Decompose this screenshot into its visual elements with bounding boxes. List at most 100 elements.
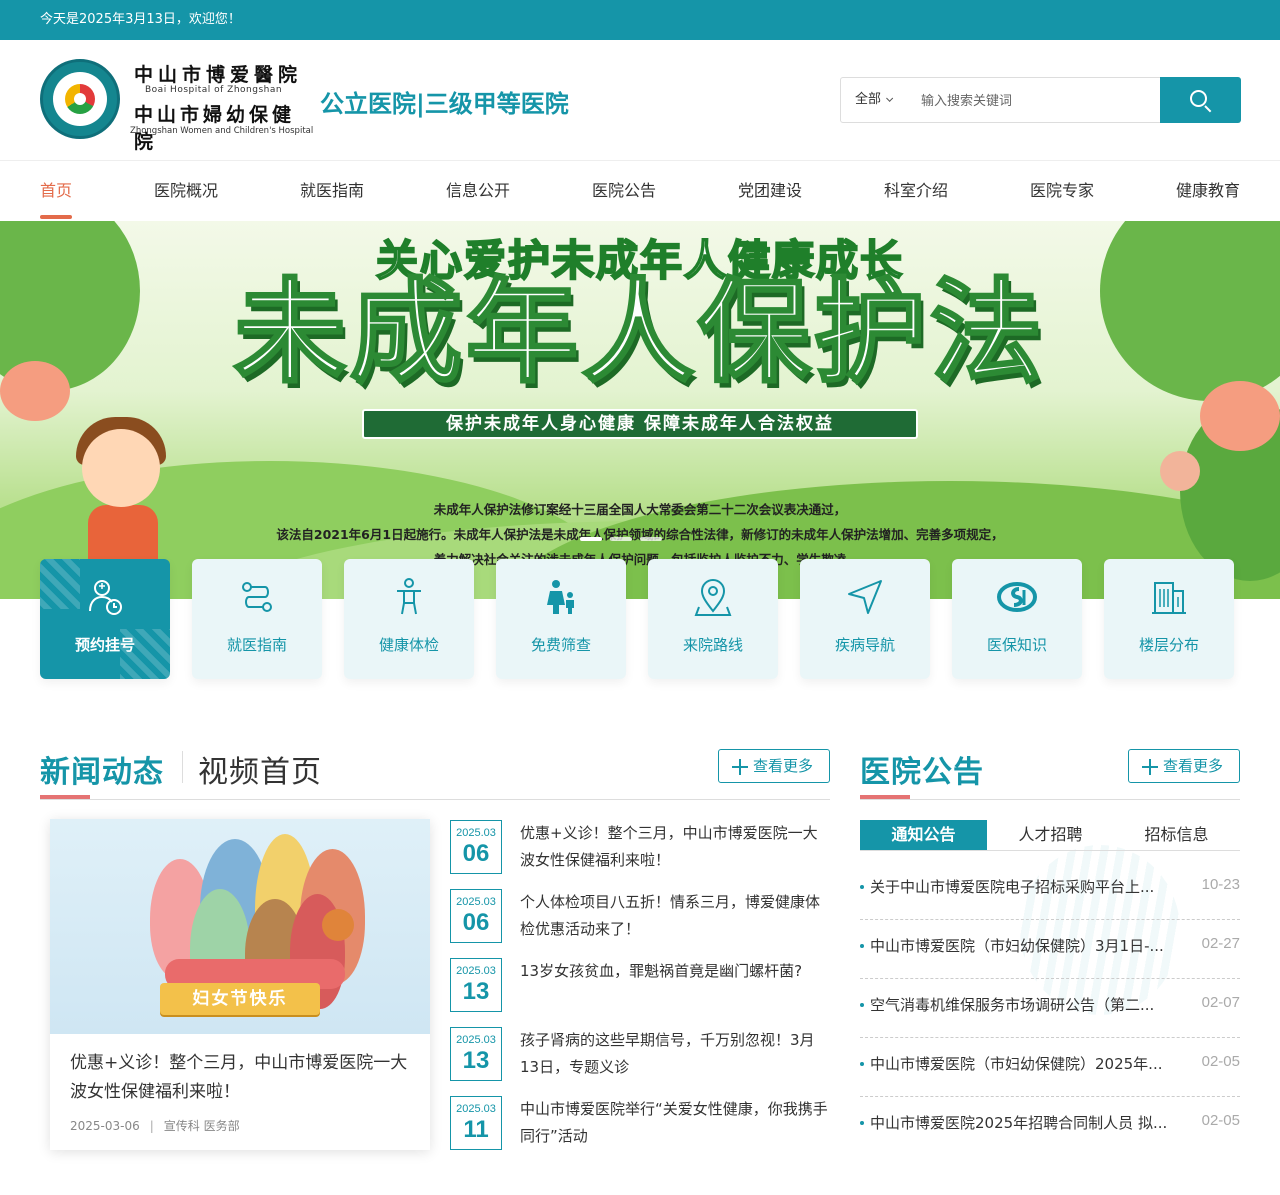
logo-name-en-1: Boai Hospital of Zhongshan (145, 85, 283, 95)
hero-banner[interactable]: 关心爱护未成年人健康成长 未成年人保护法 保护未成年人身心健康 保障未成年人合法… (0, 221, 1280, 599)
quick-link-label: 医保知识 (986, 636, 1047, 654)
bullet-icon (860, 1062, 864, 1066)
news-list-item[interactable]: 2025.03 13 13岁女孩贫血，罪魁祸首竟是幽门螺杆菌? (450, 958, 830, 1012)
news-more-button[interactable]: 查看更多 (718, 749, 830, 783)
news-title[interactable]: 个人体检项目八五折！情系三月，博爱健康体检优惠活动来了！ (520, 889, 830, 943)
notice-date: 10-23 (1201, 876, 1240, 893)
search-scope-select[interactable]: 全部 (855, 78, 894, 122)
family-icon (547, 580, 574, 614)
tab-news[interactable]: 新闻动态 (40, 747, 164, 791)
quick-link-label: 就医指南 (226, 636, 287, 654)
search-box: 全部 (840, 77, 1241, 123)
quick-link-label: 来院路线 (682, 636, 743, 654)
person-icon (397, 578, 421, 615)
search-input[interactable] (921, 86, 1151, 114)
nav-item-health-education[interactable]: 健康教育 (1176, 161, 1240, 221)
notice-title[interactable]: 空气消毒机维保服务市场调研公告（第二... (870, 994, 1182, 1015)
divider (860, 799, 1240, 800)
banner-flower (1200, 381, 1280, 451)
notice-list-item[interactable]: 中山市博爱医院（市妇幼保健院）2025年... 02-05 (860, 1038, 1240, 1097)
quick-link-label: 免费筛查 (530, 636, 591, 654)
notice-date: 02-05 (1201, 1112, 1240, 1129)
nav-item-departments[interactable]: 科室介绍 (884, 161, 948, 221)
divider (860, 850, 1240, 851)
news-date-badge: 2025.03 13 (450, 1027, 502, 1081)
quick-link-route[interactable]: 来院路线 (648, 559, 778, 679)
news-date-badge: 2025.03 06 (450, 889, 502, 943)
title-underline (860, 795, 910, 799)
notice-list-item[interactable]: 中山市博爱医院2025年招聘合同制人员 拟... 02-05 (860, 1097, 1240, 1156)
nav-item-overview[interactable]: 医院概况 (154, 161, 218, 221)
tab-recruitment[interactable]: 人才招聘 (987, 820, 1114, 850)
notice-more-button[interactable]: 查看更多 (1128, 749, 1240, 783)
top-welcome-bar: 今天是2025年3月13日，欢迎您！ (0, 0, 1280, 40)
route-icon (242, 582, 272, 612)
notice-title[interactable]: 关于中山市博爱医院电子招标采购平台上... (870, 876, 1182, 897)
news-list-item[interactable]: 2025.03 06 优惠+义诊！整个三月，中山市博爱医院一大波女性保健福利来啦… (450, 820, 830, 874)
quick-link-floor-map[interactable]: 楼层分布 (1104, 559, 1234, 679)
notice-date: 02-07 (1201, 994, 1240, 1011)
quick-link-label: 楼层分布 (1138, 636, 1199, 654)
bullet-icon (860, 944, 864, 948)
more-label: 查看更多 (1163, 757, 1224, 775)
nav-item-home[interactable]: 首页 (40, 161, 73, 221)
carousel-dot[interactable] (580, 537, 602, 541)
featured-news-card[interactable]: 妇女节快乐 优惠+义诊！整个三月，中山市博爱医院一大波女性保健福利来啦！ 202… (50, 819, 430, 1150)
social-insurance-icon (997, 582, 1037, 612)
featured-news-date: 2025-03-06 (70, 1119, 140, 1133)
featured-news-title[interactable]: 优惠+义诊！整个三月，中山市博爱医院一大波女性保健福利来啦！ (70, 1049, 415, 1107)
quick-link-label: 疾病导航 (834, 636, 895, 654)
news-list-item[interactable]: 2025.03 11 中山市博爱医院举行“关爱女性健康，你我携手同行”活动 (450, 1096, 830, 1150)
quick-link-checkup[interactable]: 健康体检 (344, 559, 474, 679)
hospital-logo-text[interactable]: 中山市博爱醫院 Boai Hospital of Zhongshan 中山市婦幼… (130, 60, 314, 153)
notice-title[interactable]: 中山市博爱医院（市妇幼保健院）2025年... (870, 1053, 1182, 1074)
news-title[interactable]: 中山市博爱医院举行“关爱女性健康，你我携手同行”活动 (520, 1096, 830, 1150)
chevron-down-icon (886, 94, 894, 102)
news-title[interactable]: 13岁女孩贫血，罪魁祸首竟是幽门螺杆菌? (520, 958, 830, 985)
notice-list-item[interactable]: 中山市博爱医院（市妇幼保健院）3月1日-... 02-27 (860, 920, 1240, 979)
site-header: 中山市博爱醫院 Boai Hospital of Zhongshan 中山市婦幼… (0, 40, 1280, 161)
notice-list-item[interactable]: 关于中山市博爱医院电子招标采购平台上... 10-23 (860, 861, 1240, 920)
carousel-dot[interactable] (640, 537, 662, 541)
search-button[interactable] (1160, 77, 1241, 123)
tab-notices[interactable]: 通知公告 (860, 820, 987, 850)
featured-news-meta: 2025-03-06 | 宣传科 医务部 (70, 1119, 240, 1133)
plus-icon (1142, 759, 1158, 775)
news-title[interactable]: 优惠+义诊！整个三月，中山市博爱医院一大波女性保健福利来啦！ (520, 820, 830, 874)
quick-link-appointment[interactable]: 预约挂号 (40, 559, 170, 679)
featured-news-image: 妇女节快乐 (50, 819, 430, 1034)
news-date-badge: 2025.03 06 (450, 820, 502, 874)
nav-item-experts[interactable]: 医院专家 (1030, 161, 1094, 221)
notice-date: 02-05 (1201, 1053, 1240, 1070)
quick-link-disease-navigation[interactable]: 疾病导航 (800, 559, 930, 679)
tab-tenders[interactable]: 招标信息 (1113, 820, 1240, 850)
quick-link-screening[interactable]: 免费筛查 (496, 559, 626, 679)
search-icon (1190, 90, 1207, 107)
nav-item-guide[interactable]: 就医指南 (300, 161, 364, 221)
notice-title[interactable]: 中山市博爱医院（市妇幼保健院）3月1日-... (870, 935, 1182, 956)
logo-name-en-2: Zhongshan Women and Children's Hospital (130, 126, 314, 136)
quick-link-label: 健康体检 (378, 636, 439, 654)
quick-link-guide[interactable]: 就医指南 (192, 559, 322, 679)
news-title[interactable]: 孩子肾病的这些早期信号，千万别忽视！3月13日，专题义诊 (520, 1027, 830, 1081)
notice-title[interactable]: 中山市博爱医院2025年招聘合同制人员 拟... (870, 1112, 1182, 1133)
logo-name-cn-1: 中山市博爱醫院 (134, 64, 303, 86)
title-underline (40, 795, 90, 799)
notice-list-item[interactable]: 空气消毒机维保服务市场调研公告（第二... 02-07 (860, 979, 1240, 1038)
tab-video[interactable]: 视频首页 (198, 747, 322, 791)
hospital-logo-emblem[interactable] (40, 59, 120, 139)
nav-item-party[interactable]: 党团建设 (738, 161, 802, 221)
building-icon (1152, 582, 1186, 614)
navigation-arrow-icon (848, 580, 882, 614)
news-list-item[interactable]: 2025.03 06 个人体检项目八五折！情系三月，博爱健康体检优惠活动来了！ (450, 889, 830, 943)
map-pin-icon (694, 579, 732, 616)
nav-item-announcements[interactable]: 医院公告 (592, 161, 656, 221)
news-list-item[interactable]: 2025.03 13 孩子肾病的这些早期信号，千万别忽视！3月13日，专题义诊 (450, 1027, 830, 1081)
carousel-dot[interactable] (610, 537, 632, 541)
nav-item-disclosure[interactable]: 信息公开 (446, 161, 510, 221)
quick-link-label: 预约挂号 (74, 636, 135, 654)
bullet-icon (860, 885, 864, 889)
quick-link-insurance[interactable]: 医保知识 (952, 559, 1082, 679)
bullet-icon (860, 1003, 864, 1007)
notice-date: 02-27 (1201, 935, 1240, 952)
